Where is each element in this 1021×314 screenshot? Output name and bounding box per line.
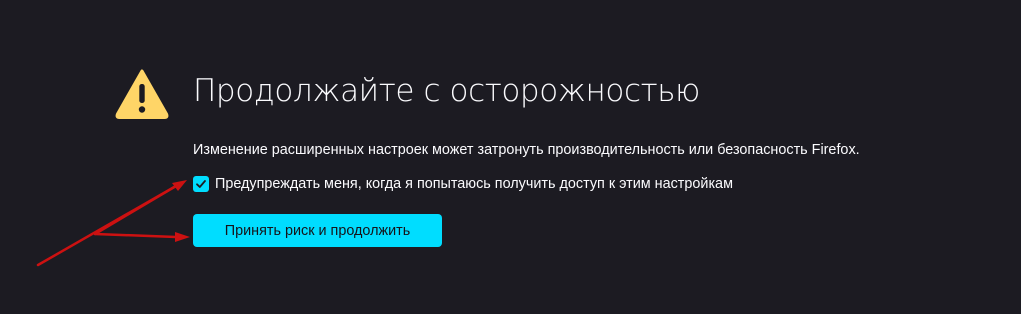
warn-again-checkbox-row[interactable]: Предупреждать меня, когда я попытаюсь по…	[193, 174, 733, 194]
annotation-arrow-to-button	[93, 232, 178, 239]
warning-icon	[115, 69, 169, 119]
warn-again-checkbox[interactable]	[193, 176, 209, 192]
accept-risk-button[interactable]: Принять риск и продолжить	[193, 214, 442, 247]
annotation-arrow-to-checkbox	[36, 184, 178, 267]
checkmark-icon	[196, 180, 206, 188]
page-title: Продолжайте с осторожностью	[193, 73, 700, 109]
warning-description: Изменение расширенных настроек может зат…	[193, 142, 860, 158]
warn-again-checkbox-label: Предупреждать меня, когда я попытаюсь по…	[215, 176, 733, 192]
